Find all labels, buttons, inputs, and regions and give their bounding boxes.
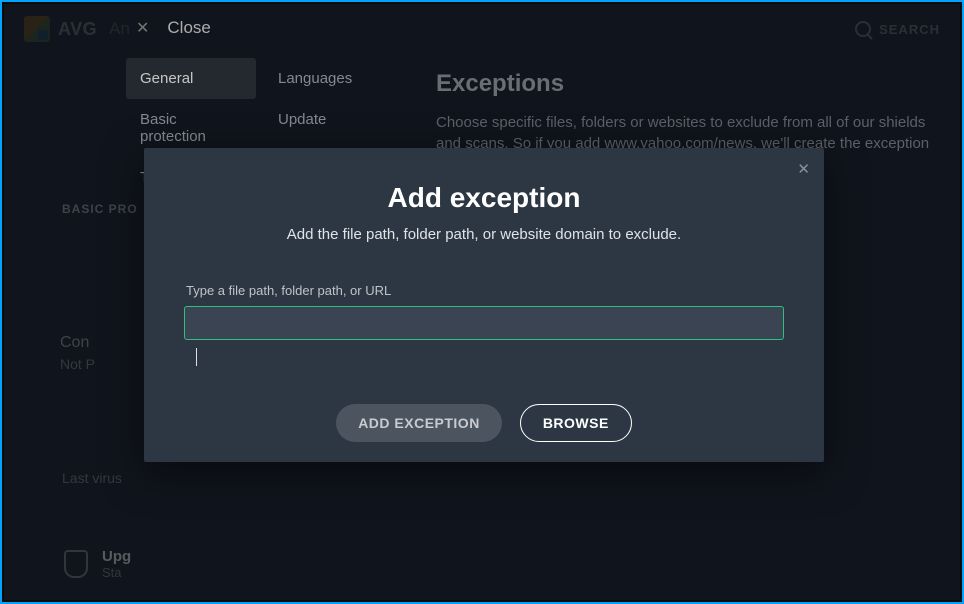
modal-subtitle: Add the file path, folder path, or websi… bbox=[184, 226, 784, 243]
exception-path-input[interactable] bbox=[184, 306, 784, 340]
browse-button[interactable]: BROWSE bbox=[520, 404, 632, 442]
add-exception-modal: ✕ Add exception Add the file path, folde… bbox=[144, 148, 824, 462]
text-cursor bbox=[196, 348, 197, 366]
modal-title: Add exception bbox=[184, 182, 784, 214]
add-exception-button[interactable]: ADD EXCEPTION bbox=[336, 404, 502, 442]
modal-close-icon[interactable]: ✕ bbox=[797, 160, 810, 178]
input-label: Type a file path, folder path, or URL bbox=[186, 283, 784, 298]
